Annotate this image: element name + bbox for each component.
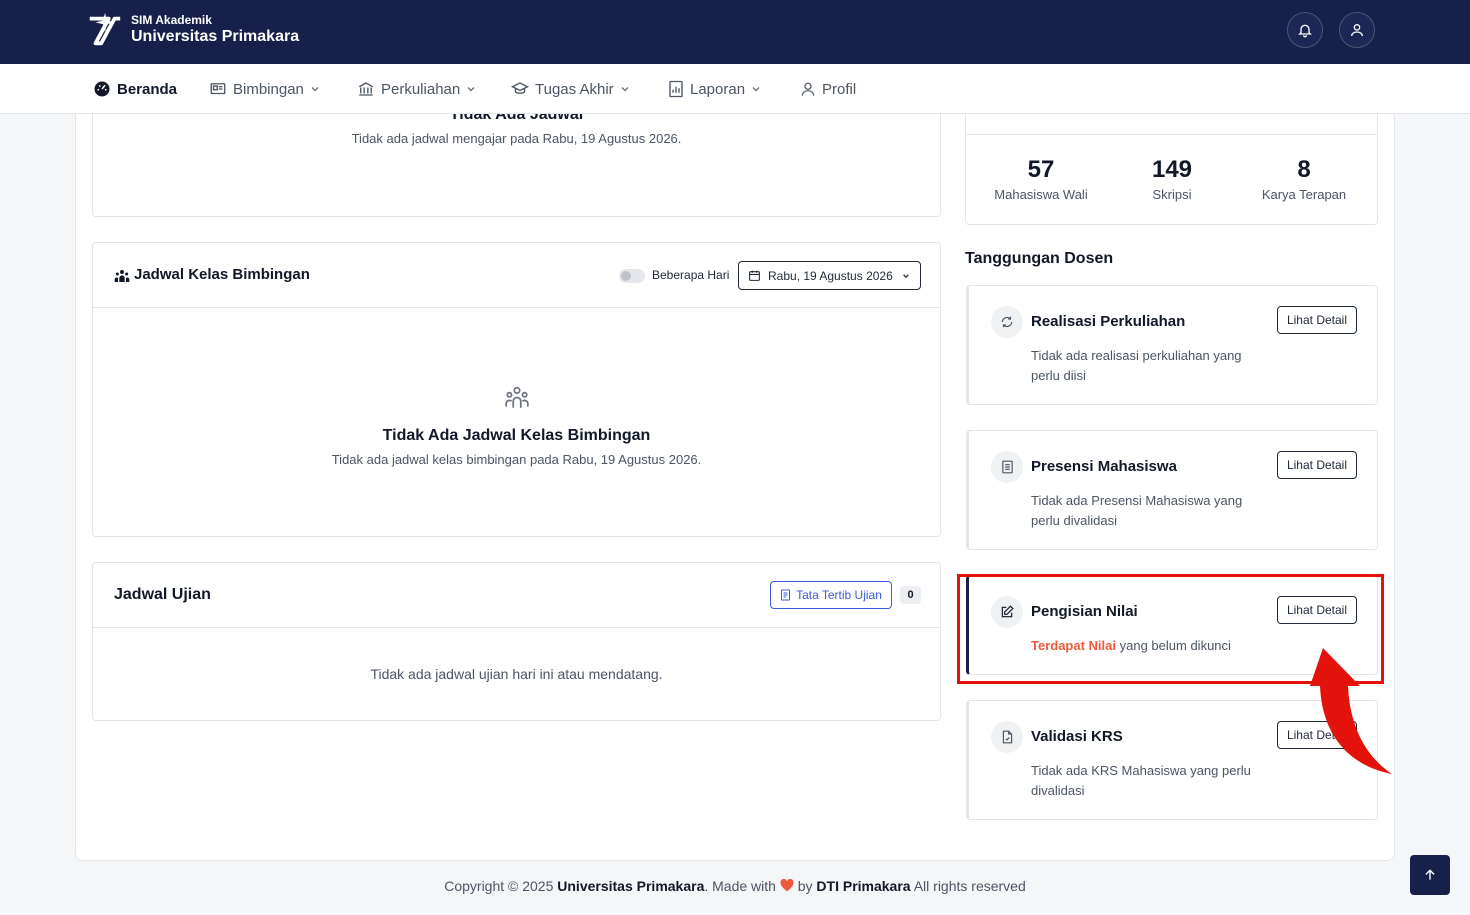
people-icon: [505, 386, 529, 408]
document-list-icon: [1001, 460, 1013, 474]
task-icon-wrapper: [991, 721, 1023, 753]
jadwal-mengajar-message: Tidak ada jadwal mengajar pada Rabu, 19 …: [351, 131, 682, 146]
footer-by: by: [793, 878, 817, 894]
nav-laporan[interactable]: Laporan: [668, 64, 761, 114]
refresh-icon: [1001, 316, 1013, 328]
task-realisasi-perkuliahan: Realisasi Perkuliahan Tidak ada realisas…: [966, 285, 1378, 405]
empty-state-message: Tidak ada jadwal ujian hari ini atau men…: [370, 666, 663, 682]
nav-label: Laporan: [690, 80, 746, 98]
card-title: Jadwal Kelas Bimbingan: [134, 266, 310, 283]
nav-bimbingan[interactable]: Bimbingan: [209, 64, 320, 114]
toggle-knob: [621, 271, 631, 281]
task-description: Tidak ada Presensi Mahasiswa yang perlu …: [1031, 493, 1243, 528]
document-icon: [781, 589, 791, 601]
annotation-arrow-icon: [1310, 648, 1392, 774]
exam-rules-label: Tata Tertib Ujian: [796, 588, 882, 602]
stat-value: 8: [1297, 156, 1311, 183]
view-detail-button[interactable]: Lihat Detail: [1277, 306, 1357, 334]
footer-copyright: Copyright © 2025: [444, 878, 558, 894]
task-title: Presensi Mahasiswa: [1031, 458, 1177, 475]
exam-rules-button[interactable]: Tata Tertib Ujian: [770, 581, 892, 609]
jadwal-bimbingan-card: Jadwal Kelas Bimbingan Beberapa Hari Rab…: [92, 242, 941, 537]
stat-label: Mahasiswa Wali: [994, 187, 1088, 202]
section-heading: Tanggungan Dosen: [965, 250, 1114, 267]
nav-beranda[interactable]: Beranda: [93, 64, 177, 114]
task-icon-wrapper: [991, 451, 1023, 483]
divider: [966, 134, 1377, 135]
multi-day-toggle[interactable]: [619, 269, 645, 283]
stats-card: 57 Mahasiswa Wali 149 Skripsi 8 Karya Te…: [965, 114, 1378, 225]
task-title: Validasi KRS: [1031, 728, 1123, 745]
brand[interactable]: SIM Akademik Universitas Primakara: [86, 11, 299, 49]
nav-label: Profil: [822, 80, 857, 98]
view-detail-button[interactable]: Lihat Detail: [1277, 451, 1357, 479]
task-presensi-mahasiswa: Presensi Mahasiswa Tidak ada Presensi Ma…: [966, 430, 1378, 550]
jadwal-mengajar-card: Tidak Ada Jadwal Tidak ada jadwal mengaj…: [92, 114, 941, 217]
jadwal-ujian-card: Jadwal Ujian Tata Tertib Ujian 0 Tidak a…: [92, 562, 941, 721]
date-picker[interactable]: Rabu, 19 Agustus 2026: [738, 261, 921, 290]
report-icon: [669, 80, 683, 98]
footer-made-with: . Made with: [704, 878, 780, 894]
calendar-icon: [749, 270, 760, 281]
account-button[interactable]: [1339, 12, 1375, 48]
nav-label: Tugas Akhir: [535, 80, 614, 98]
footer-team[interactable]: DTI Primakara: [816, 878, 910, 894]
footer: Copyright © 2025 Universitas Primakara. …: [0, 878, 1470, 894]
user-icon: [1351, 24, 1363, 37]
nav-label: Perkuliahan: [381, 80, 461, 98]
empty-state-title: Tidak Ada Jadwal Kelas Bimbingan: [382, 427, 651, 444]
heart-icon: [780, 878, 794, 892]
chevron-down-icon: [311, 87, 319, 92]
building-icon: [358, 82, 374, 96]
group-icon: [114, 270, 130, 282]
chevron-down-icon: [621, 87, 629, 92]
task-description: Tidak ada KRS Mahasiswa yang perlu dival…: [1031, 763, 1251, 798]
graduation-cap-icon: [511, 82, 529, 94]
chevron-down-icon: [752, 87, 760, 92]
card-header: Jadwal Ujian Tata Tertib Ujian 0: [93, 563, 940, 628]
task-title: Realisasi Perkuliahan: [1031, 313, 1186, 330]
arrow-up-icon: [1425, 869, 1435, 880]
stat-label: Karya Terapan: [1261, 187, 1347, 202]
notification-button[interactable]: [1287, 12, 1323, 48]
stat-value: 149: [1151, 156, 1193, 183]
brand-title: Universitas Primakara: [131, 28, 300, 45]
footer-rights: All rights reserved: [910, 878, 1026, 894]
top-bar: SIM Akademik Universitas Primakara: [0, 0, 1470, 64]
chevron-down-icon: [467, 87, 475, 92]
logo-icon: [89, 12, 121, 46]
footer-org[interactable]: Universitas Primakara: [557, 878, 704, 894]
toggle-label: Beberapa Hari: [652, 268, 730, 282]
nav-profil[interactable]: Profil: [800, 64, 856, 114]
nav-perkuliahan[interactable]: Perkuliahan: [357, 64, 476, 114]
empty-state-message: Tidak ada jadwal kelas bimbingan pada Ra…: [331, 452, 702, 467]
jadwal-mengajar-empty-title: Tidak Ada Jadwal: [449, 114, 584, 123]
dashboard-icon: [94, 81, 110, 97]
brand-subtitle: SIM Akademik: [131, 13, 212, 27]
task-description: Tidak ada realisasi perkuliahan yang per…: [1031, 348, 1242, 383]
nav-tugas-akhir[interactable]: Tugas Akhir: [511, 64, 630, 114]
date-value: Rabu, 19 Agustus 2026: [768, 268, 893, 283]
chevron-down-icon: [903, 274, 909, 279]
card-header: Jadwal Kelas Bimbingan Beberapa Hari Rab…: [93, 243, 940, 308]
stat-label: Skripsi: [1152, 187, 1192, 202]
nav-label: Bimbingan: [233, 80, 304, 98]
card-title: Jadwal Ujian: [114, 586, 211, 603]
brand-text: SIM Akademik Universitas Primakara: [131, 13, 299, 47]
file-check-icon: [1002, 730, 1012, 744]
nav-bar: Beranda Bimbingan Perkuliahan Tugas Akhi…: [0, 64, 1470, 114]
presentation-icon: [210, 83, 226, 95]
exam-count-badge: 0: [900, 586, 921, 604]
bell-icon: [1298, 24, 1312, 38]
scroll-to-top-button[interactable]: [1410, 855, 1450, 895]
task-icon-wrapper: [991, 306, 1023, 338]
stat-value: 57: [1027, 156, 1055, 183]
user-icon: [801, 82, 815, 96]
nav-label: Beranda: [117, 80, 178, 98]
